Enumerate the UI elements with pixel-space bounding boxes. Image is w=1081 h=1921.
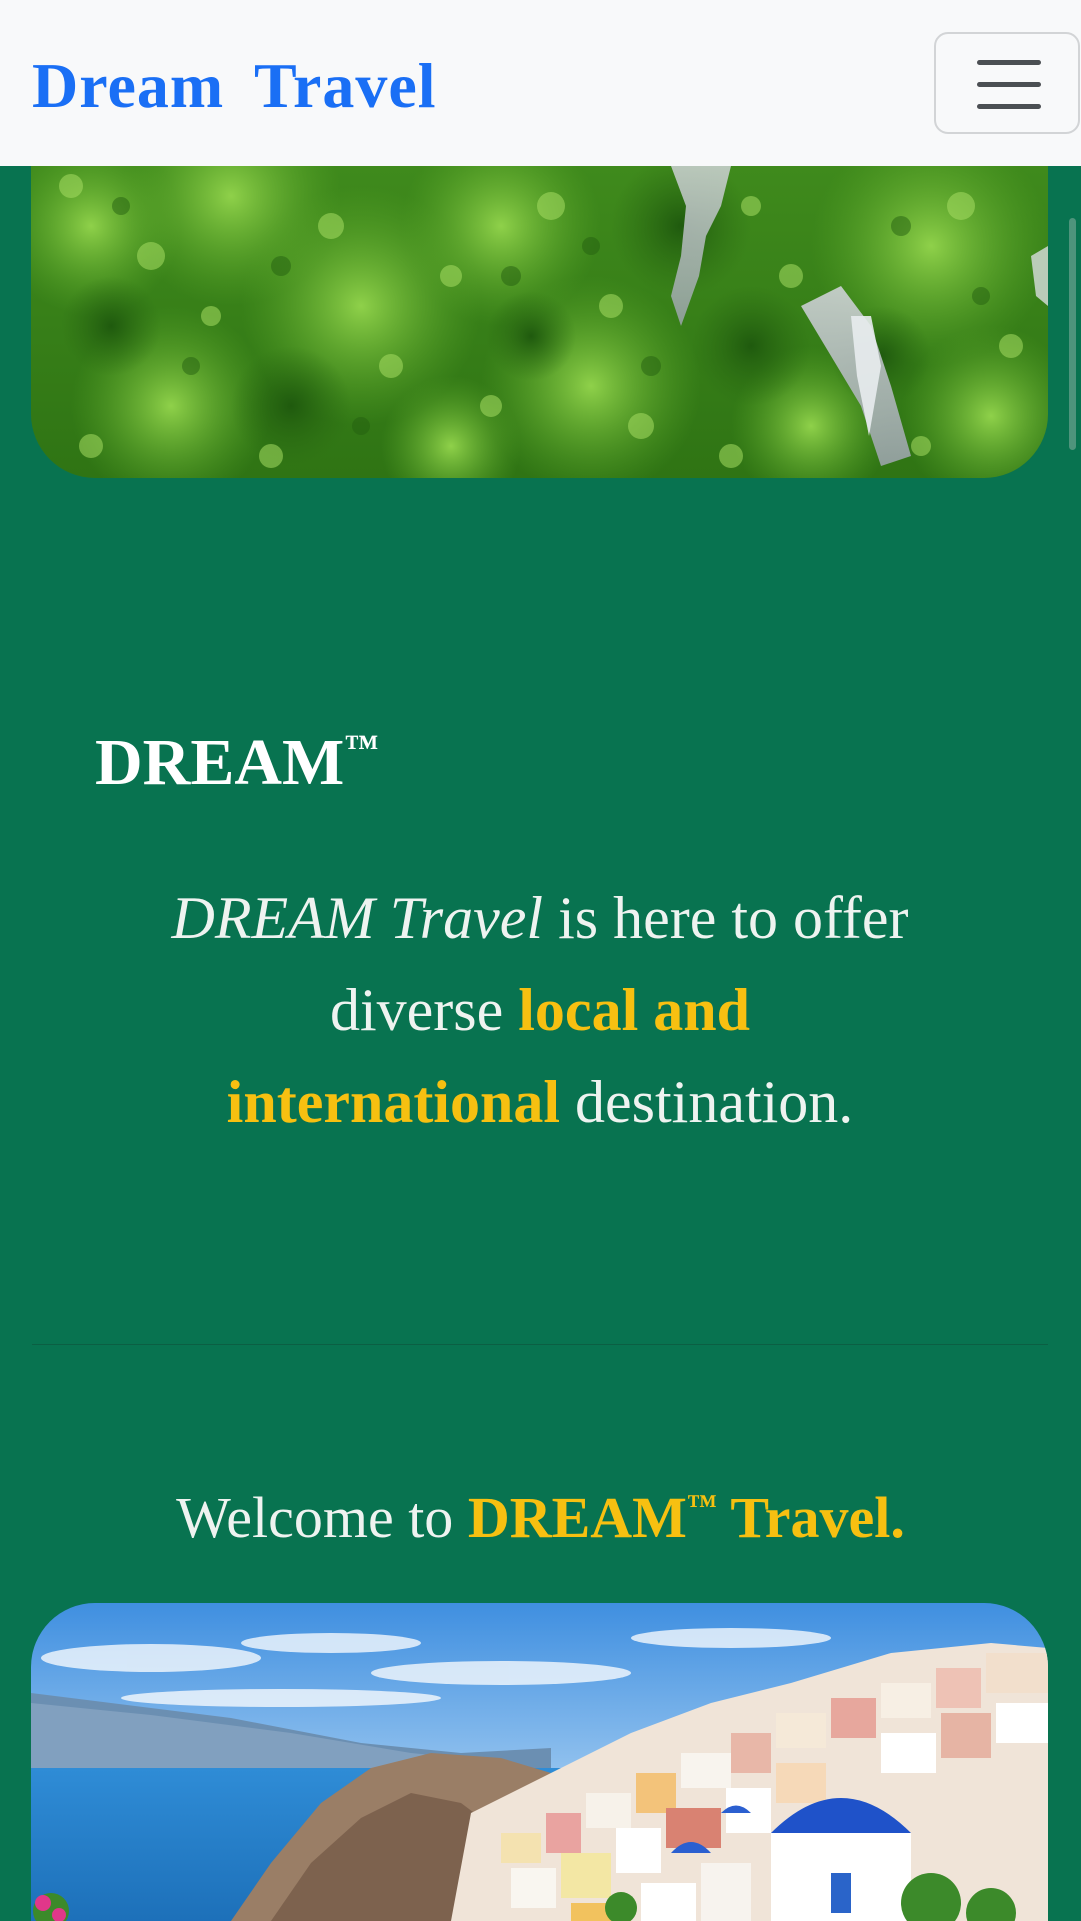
navbar: Dream Travel [0, 0, 1081, 166]
scrollbar-thumb[interactable] [1069, 218, 1076, 450]
santorini-village-photo [31, 1603, 1048, 1921]
intro-paragraph: DREAM Travel is here to offer diverse lo… [171, 885, 909, 1135]
forest-waterfall-photo [31, 166, 1048, 478]
intro-brand-italic: DREAM Travel [171, 885, 544, 951]
welcome-text: Welcome to DREAM™ Travel. [176, 1485, 905, 1550]
section-divider [32, 1344, 1048, 1345]
hamburger-menu-icon [977, 58, 1041, 112]
navbar-toggle-button[interactable] [934, 32, 1080, 134]
navbar-brand[interactable]: Dream Travel [32, 48, 437, 124]
section-heading: DREAM™ [95, 726, 379, 799]
welcome-brand: DREAM™ Travel. [467, 1485, 905, 1550]
